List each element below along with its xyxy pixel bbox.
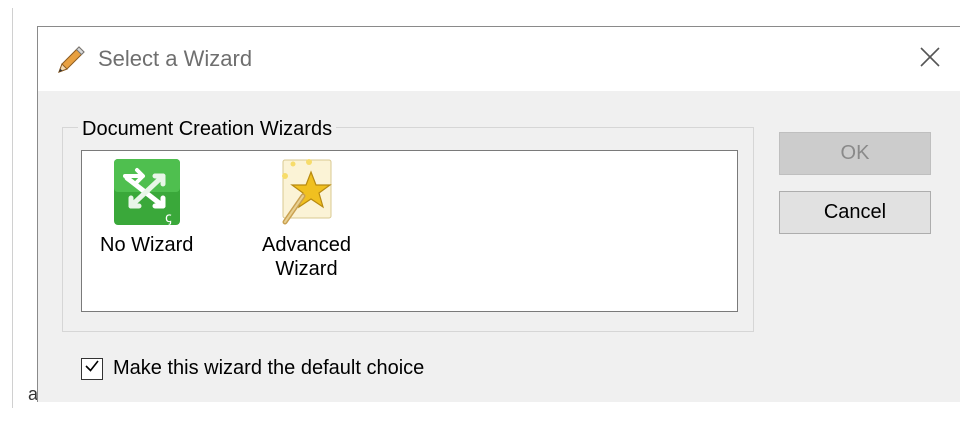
close-button[interactable] — [910, 39, 950, 79]
wizard-item-label: Advanced Wizard — [262, 234, 351, 280]
wizard-item-no-wizard[interactable]: ꞔ No Wizard — [100, 157, 193, 257]
pencil-icon — [55, 44, 87, 76]
default-choice-checkbox-row[interactable]: Make this wizard the default choice — [81, 357, 424, 380]
groupbox-legend: Document Creation Wizards — [78, 117, 337, 141]
wizard-item-label: No Wizard — [100, 234, 194, 256]
no-wizard-arrows-icon: ꞔ — [112, 157, 182, 227]
default-choice-checkbox[interactable] — [81, 357, 103, 380]
close-icon — [918, 45, 942, 74]
wizard-list[interactable]: ꞔ No Wizard Advanced Wizard — [81, 150, 738, 312]
select-wizard-dialog: Select a Wizard Document Creation Wizard… — [37, 26, 960, 402]
default-choice-label: Make this wizard the default choice — [113, 357, 425, 379]
svg-text:ꞔ: ꞔ — [165, 210, 172, 226]
screen: a Select a Wizard Document Creation Wiza… — [0, 0, 960, 421]
background-window-edge — [12, 8, 13, 408]
checkmark-icon — [83, 357, 101, 380]
dialog-titlebar: Select a Wizard — [38, 27, 960, 91]
magic-wand-star-icon — [271, 157, 341, 227]
cancel-button[interactable]: Cancel — [779, 191, 931, 234]
wizard-item-advanced-wizard[interactable]: Advanced Wizard — [262, 157, 351, 281]
dialog-title: Select a Wizard — [98, 46, 253, 71]
ok-button[interactable]: OK — [779, 132, 931, 175]
